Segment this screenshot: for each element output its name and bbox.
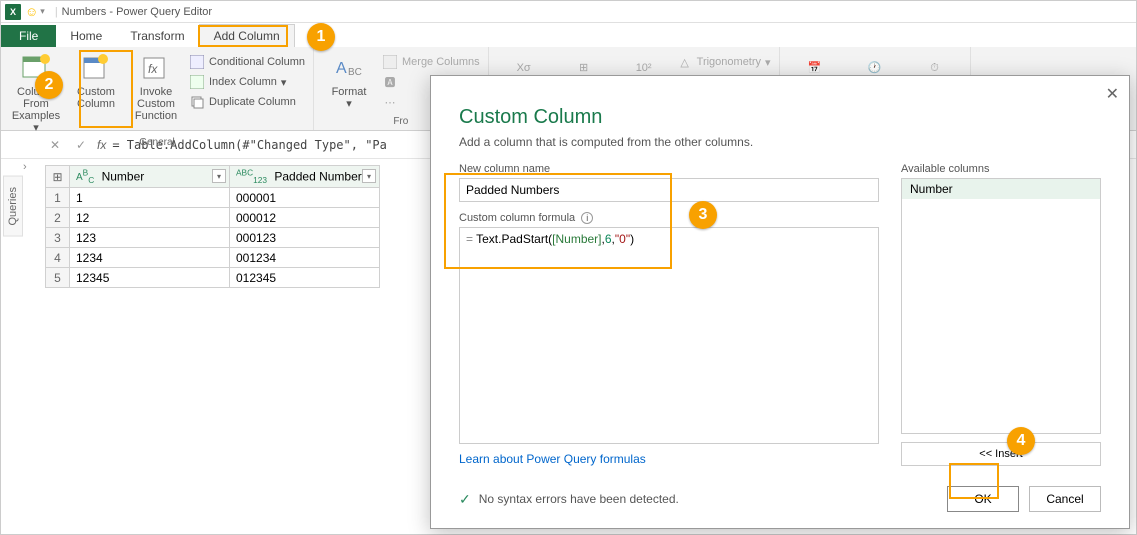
row-number[interactable]: 1 (46, 188, 70, 208)
table-row: 41234001234 (46, 248, 380, 268)
fx-icon[interactable]: fx (97, 138, 106, 152)
column-header-number[interactable]: ABC Number ▾ (70, 166, 230, 188)
dropdown-icon[interactable]: ▾ (40, 6, 45, 17)
table-row: 512345012345 (46, 268, 380, 288)
excel-icon: X (5, 4, 21, 20)
syntax-status: ✓ No syntax errors have been detected. (459, 491, 937, 508)
table-row: 11000001 (46, 188, 380, 208)
table-plus-icon (80, 52, 112, 84)
expand-queries-icon[interactable]: › (23, 161, 27, 173)
duplicate-icon (189, 94, 205, 110)
label: Conditional Column (209, 56, 305, 68)
cell[interactable]: 12345 (70, 268, 230, 288)
smiley-icon[interactable]: ☺ (25, 4, 38, 19)
cell[interactable]: 000123 (230, 228, 380, 248)
callout-3: 3 (689, 201, 717, 229)
row-number[interactable]: 3 (46, 228, 70, 248)
info-icon[interactable]: i (581, 212, 593, 224)
label: Index Column (209, 76, 277, 88)
label: Padded Numbers (274, 169, 367, 183)
cell[interactable]: 000012 (230, 208, 380, 228)
row-number[interactable]: 5 (46, 268, 70, 288)
label: Duplicate Column (209, 96, 296, 108)
ok-button[interactable]: OK (947, 486, 1019, 512)
merge-columns-button[interactable]: Merge Columns (380, 53, 482, 71)
custom-formula-label: Custom column formula i (459, 212, 879, 224)
row-number[interactable]: 2 (46, 208, 70, 228)
window-title: Numbers - Power Query Editor (62, 6, 212, 18)
insert-button[interactable]: << Insert (901, 442, 1101, 466)
tab-home[interactable]: Home (56, 25, 116, 47)
format-icon: ABC (333, 52, 365, 84)
accept-icon[interactable]: ✓ (71, 138, 91, 152)
row-number[interactable]: 4 (46, 248, 70, 268)
new-column-name-input[interactable] (459, 178, 879, 202)
list-item[interactable]: Number (902, 179, 1100, 199)
svg-text:BC: BC (348, 67, 362, 78)
cell[interactable]: 123 (70, 228, 230, 248)
callout-2: 2 (35, 71, 63, 99)
table-row: 212000012 (46, 208, 380, 228)
text-type-icon: ABC (76, 172, 94, 183)
trigonometry-button: △Trigonometry ▾ (675, 53, 773, 71)
dropdown-icon[interactable]: ▾ (212, 169, 226, 183)
new-column-name-label: New column name (459, 163, 879, 175)
separator: | (55, 6, 58, 18)
label: Merge Columns (402, 56, 480, 68)
callout-4: 4 (1007, 427, 1035, 455)
custom-column-dialog: ✕ Custom Column Add a column that is com… (430, 75, 1130, 529)
custom-column-button[interactable]: Custom Column (67, 49, 125, 113)
tab-file[interactable]: File (1, 25, 56, 47)
queries-tab[interactable]: Queries (3, 176, 23, 237)
table-row: 3123000123 (46, 228, 380, 248)
available-columns-list[interactable]: Number (901, 178, 1101, 434)
label: Format (332, 86, 367, 98)
group-label: General (139, 137, 175, 149)
status-text: No syntax errors have been detected. (479, 492, 679, 506)
label: Custom Column (71, 86, 121, 110)
tab-add-column[interactable]: Add Column (199, 24, 295, 47)
label: Trigonometry (697, 56, 761, 68)
dialog-subtitle: Add a column that is computed from the o… (459, 135, 1101, 149)
index-icon (189, 74, 205, 90)
check-icon: ✓ (459, 491, 471, 508)
available-columns-label: Available columns (901, 163, 1101, 175)
svg-text:A: A (336, 60, 347, 77)
group-label: Fro (393, 116, 408, 128)
conditional-column-button[interactable]: Conditional Column (187, 53, 307, 71)
conditional-icon (189, 54, 205, 70)
invoke-custom-function-button[interactable]: fx Invoke Custom Function (127, 49, 185, 125)
cancel-icon[interactable]: ✕ (45, 138, 65, 152)
cell[interactable]: 12 (70, 208, 230, 228)
dialog-title: Custom Column (459, 106, 1101, 129)
cell[interactable]: 001234 (230, 248, 380, 268)
callout-1: 1 (307, 23, 335, 51)
fx-icon: fx (140, 52, 172, 84)
dropdown-icon[interactable]: ▾ (362, 169, 376, 183)
index-column-button[interactable]: Index Column ▾ (187, 73, 307, 91)
ribbon-tabs: File Home Transform Add Column View (1, 23, 1136, 47)
learn-link[interactable]: Learn about Power Query formulas (459, 452, 879, 466)
cell[interactable]: 000001 (230, 188, 380, 208)
format-button[interactable]: ABC Format ▾ (320, 49, 378, 113)
merge-icon (382, 54, 398, 70)
cell[interactable]: 1 (70, 188, 230, 208)
label: Invoke Custom Function (131, 86, 181, 122)
title-bar: X ☺ ▾ | Numbers - Power Query Editor (1, 1, 1136, 23)
label: Number (102, 169, 145, 183)
custom-formula-input[interactable]: = Text.PadStart([Number],6,"0") (459, 227, 879, 444)
corner-cell[interactable]: ⊞ (46, 166, 70, 188)
tab-transform[interactable]: Transform (116, 25, 198, 47)
duplicate-column-button[interactable]: Duplicate Column (187, 93, 307, 111)
svg-text:fx: fx (148, 62, 158, 76)
cell[interactable]: 012345 (230, 268, 380, 288)
cancel-button[interactable]: Cancel (1029, 486, 1101, 512)
any-type-icon: ABC123 (236, 172, 267, 183)
cell[interactable]: 1234 (70, 248, 230, 268)
close-icon[interactable]: ✕ (1106, 84, 1119, 104)
column-header-padded[interactable]: ABC123 Padded Numbers ▾ (230, 166, 380, 188)
